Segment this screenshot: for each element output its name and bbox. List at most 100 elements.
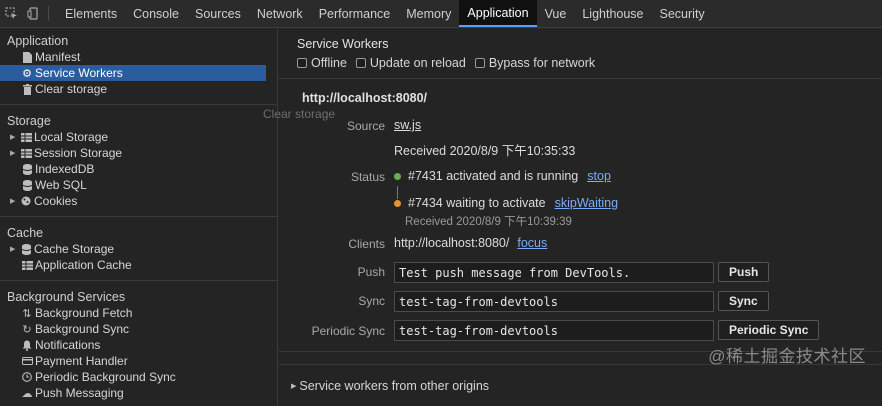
sidebar-item-payment-handler[interactable]: Payment Handler — [0, 353, 277, 369]
sidebar-item-label: Cache Storage — [34, 242, 115, 256]
focus-link[interactable]: focus — [517, 236, 547, 250]
checkbox-label: Update on reload — [369, 56, 466, 70]
clients-value: http://localhost:8080/ focus — [394, 236, 547, 250]
source-file-link[interactable]: sw.js — [394, 118, 421, 132]
sidebar-item-label: Background Fetch — [35, 306, 133, 320]
sidebar-item-indexeddb[interactable]: IndexedDB — [0, 161, 277, 177]
sidebar-item-label: Push Messaging — [35, 386, 124, 400]
file-icon — [20, 51, 34, 63]
sidebar-item-service-workers[interactable]: ⚙ Service Workers — [0, 65, 266, 81]
tab-console[interactable]: Console — [125, 0, 187, 27]
push-label: Push — [357, 265, 385, 279]
section-divider — [279, 78, 882, 79]
expand-triangle-icon[interactable]: ▶ — [10, 245, 19, 253]
sync-label: Sync — [358, 294, 385, 308]
tab-memory[interactable]: Memory — [398, 0, 459, 27]
checkbox-box[interactable] — [474, 58, 485, 68]
sidebar-item-background-sync[interactable]: ↻ Background Sync — [0, 321, 277, 337]
trash-icon — [20, 83, 34, 95]
expand-triangle-icon[interactable]: ▶ — [10, 197, 19, 205]
sidebar-section-cache: Cache — [7, 226, 44, 240]
sidebar-item-label: Clear storage — [35, 82, 108, 96]
push-input[interactable]: Test push message from DevTools. — [394, 262, 714, 283]
sidebar-item-cookies[interactable]: ▶ Cookies — [0, 193, 277, 209]
sidebar-item-label: Notifications — [35, 338, 101, 352]
skip-waiting-link[interactable]: skipWaiting — [555, 196, 618, 210]
tab-network[interactable]: Network — [249, 0, 311, 27]
database-icon — [20, 179, 34, 191]
tab-elements[interactable]: Elements — [57, 0, 125, 27]
status-waiting-row: #7434 waiting to activate skipWaiting — [394, 196, 618, 210]
sidebar-item-push-messaging[interactable]: ☁ Push Messaging — [0, 385, 277, 401]
checkbox-label: Bypass for network — [488, 56, 596, 70]
sidebar-item-clear-storage[interactable]: Clear storage — [0, 81, 277, 97]
sidebar-divider — [0, 280, 277, 281]
sidebar-item-notifications[interactable]: Notifications — [0, 337, 277, 353]
periodic-sync-button[interactable]: Periodic Sync — [718, 320, 820, 340]
up-down-arrows-icon: ⇅ — [22, 307, 32, 320]
sidebar-item-manifest[interactable]: Manifest — [0, 49, 277, 65]
status-label: Status — [350, 170, 385, 184]
database-icon — [20, 163, 34, 175]
periodic-sync-input[interactable]: test-tag-from-devtools — [394, 320, 714, 341]
tab-application[interactable]: Application — [459, 0, 537, 27]
status-running-dot — [394, 172, 401, 180]
checkbox-label: Offline — [311, 56, 347, 70]
cloud-icon: ☁ — [21, 387, 33, 400]
bypass-for-network-checkbox[interactable]: Bypass for network — [474, 56, 596, 70]
status-active-row: #7431 activated and is running stop — [394, 169, 611, 183]
sidebar-item-session-storage[interactable]: ▶ Session Storage — [0, 145, 277, 161]
other-origins-toggle[interactable]: ▶ Service workers from other origins — [291, 379, 489, 393]
sidebar-item-web-sql[interactable]: Web SQL — [0, 177, 277, 193]
sync-icon: ↻ — [22, 323, 32, 336]
sync-input[interactable]: test-tag-from-devtools — [394, 291, 714, 312]
sidebar-item-background-fetch[interactable]: ⇅ Background Fetch — [0, 305, 277, 321]
grid-icon — [19, 132, 33, 142]
clock-icon — [20, 372, 34, 382]
toolbar-divider — [48, 6, 49, 21]
sidebar-item-label: Session Storage — [34, 146, 123, 160]
service-worker-options: Offline Update on reload Bypass for netw… — [297, 56, 595, 70]
periodic-sync-label: Periodic Sync — [311, 324, 385, 338]
sidebar-item-cache-storage[interactable]: ▶ Cache Storage — [0, 241, 277, 257]
grid-icon — [19, 148, 33, 158]
sync-button[interactable]: Sync — [718, 291, 769, 311]
sidebar-item-label: Payment Handler — [35, 354, 128, 368]
sidebar-item-periodic-background-sync[interactable]: Periodic Background Sync — [0, 369, 277, 385]
sidebar-item-local-storage[interactable]: ▶ Local Storage — [0, 129, 277, 145]
offline-checkbox[interactable]: Offline — [297, 56, 347, 70]
tab-security[interactable]: Security — [652, 0, 713, 27]
push-button[interactable]: Push — [718, 262, 770, 282]
stop-link[interactable]: stop — [587, 169, 611, 183]
devtools-tab-bar: Elements Console Sources Network Perform… — [0, 0, 882, 28]
card-icon — [20, 357, 34, 365]
expand-triangle-icon[interactable]: ▶ — [10, 149, 19, 157]
sidebar-item-label: Service Workers — [35, 66, 123, 80]
sidebar-section-storage: Storage — [7, 114, 51, 128]
tab-lighthouse[interactable]: Lighthouse — [574, 0, 651, 27]
tab-vue[interactable]: Vue — [537, 0, 575, 27]
page-title: Service Workers — [297, 37, 389, 51]
status-waiting-received: Received 2020/8/9 下午10:39:39 — [405, 216, 572, 228]
bell-icon — [20, 340, 34, 351]
sidebar-item-label: Background Sync — [35, 322, 130, 336]
update-on-reload-checkbox[interactable]: Update on reload — [355, 56, 466, 70]
source-received: Received 2020/8/9 下午10:35:33 — [394, 144, 576, 158]
database-icon — [19, 243, 33, 255]
checkbox-box[interactable] — [355, 58, 366, 68]
sidebar-item-label: IndexedDB — [35, 162, 95, 176]
source-label: Source — [346, 119, 385, 133]
expand-triangle-icon[interactable]: ▶ — [10, 133, 19, 141]
tab-sources[interactable]: Sources — [187, 0, 249, 27]
tab-performance[interactable]: Performance — [311, 0, 399, 27]
sidebar-item-application-cache[interactable]: Application Cache — [0, 257, 277, 273]
expand-triangle-icon[interactable]: ▶ — [291, 382, 296, 390]
sidebar-section-application: Application — [7, 34, 69, 48]
sidebar-item-label: Cookies — [34, 194, 78, 208]
inspect-element-icon[interactable] — [0, 0, 22, 27]
grid-icon — [20, 260, 34, 270]
status-active-text: #7431 activated and is running — [408, 169, 579, 183]
device-toolbar-icon[interactable] — [22, 0, 44, 27]
sidebar-divider — [0, 216, 277, 217]
checkbox-box[interactable] — [297, 58, 307, 68]
